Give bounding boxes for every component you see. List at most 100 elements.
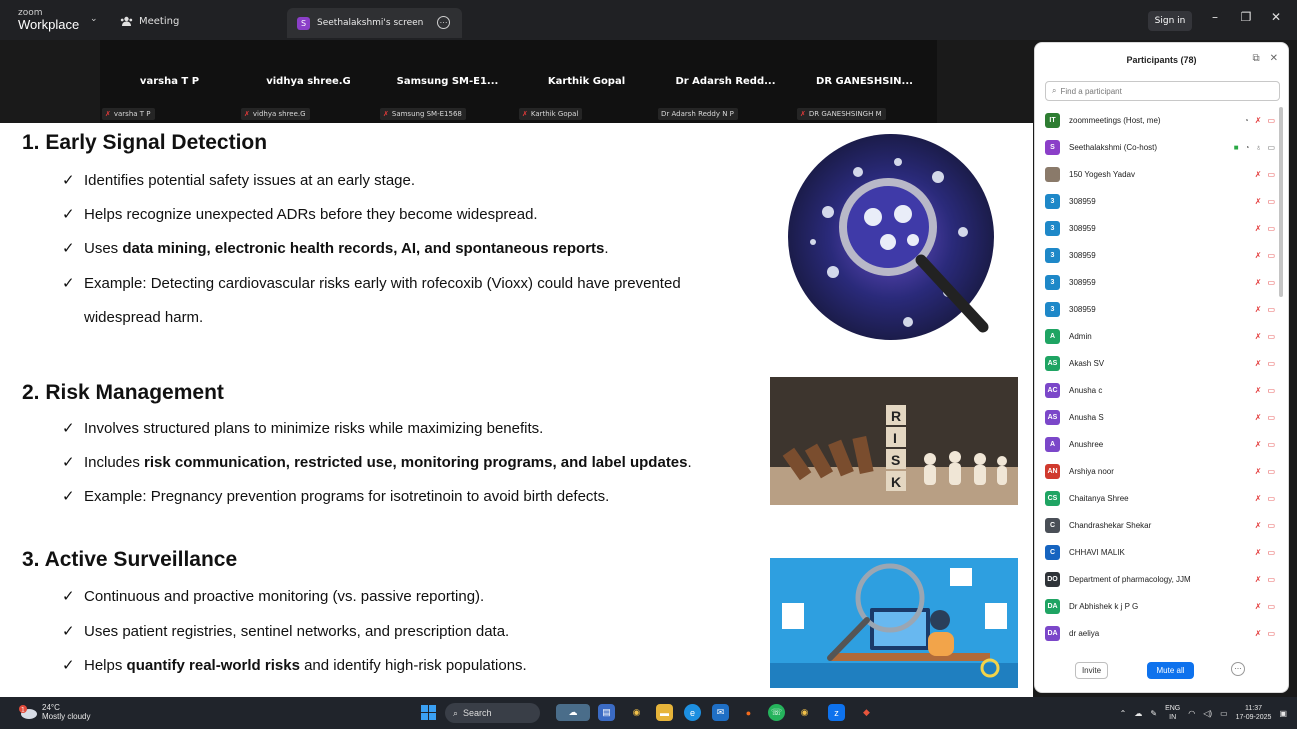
check-icon: ✓ (62, 488, 75, 505)
mic-muted-icon: ✗ (383, 110, 389, 118)
participant-status: ■ ◔ ♁ ▭ (1234, 143, 1275, 152)
avatar: 3 (1045, 248, 1060, 263)
video-tile[interactable]: vidhya shree.G ✗ vidhya shree.G (239, 40, 378, 123)
video-tile[interactable]: Samsung SM-E1... ✗ Samsung SM-E1568 (378, 40, 517, 123)
minimize-icon[interactable]: – (1206, 10, 1224, 24)
chevron-up-icon[interactable]: ⌃ (1120, 709, 1127, 718)
participant-list-scrollbar[interactable] (1279, 107, 1283, 297)
restore-icon[interactable]: ❐ (1237, 10, 1255, 24)
participant-row[interactable]: AS Akash SV ✗ ▭ (1045, 350, 1275, 377)
chrome-profile-icon[interactable]: ◉ (796, 704, 813, 721)
participant-row[interactable]: 3 308959 ✗ ▭ (1045, 188, 1275, 215)
edge-icon[interactable]: e (684, 704, 701, 721)
participant-name: Anusha S (1069, 413, 1104, 422)
invite-button[interactable]: Invite (1075, 662, 1108, 679)
screen-share-icon: ■ (1233, 143, 1239, 152)
task-view-icon[interactable]: ▤ (598, 704, 615, 721)
mic-muted-icon: ✗ (1254, 521, 1262, 530)
video-off-icon: ▭ (1267, 332, 1275, 341)
bullet-item: ✓ Involves structured plans to minimize r… (62, 420, 544, 437)
participant-row[interactable]: AS Anusha S ✗ ▭ (1045, 404, 1275, 431)
tab-screen-badge: S (297, 16, 310, 30)
outlook-icon[interactable]: ✉ (712, 704, 729, 721)
pen-icon[interactable]: ✎ (1150, 709, 1157, 718)
close-icon[interactable]: ✕ (1267, 10, 1285, 24)
participant-row[interactable]: 3 308959 ✗ ▭ (1045, 269, 1275, 296)
avatar: DA (1045, 626, 1060, 641)
participant-row[interactable]: CS Chaitanya Shree ✗ ▭ (1045, 485, 1275, 512)
participant-row[interactable]: 150 Yogesh Yadav ✗ ▭ (1045, 161, 1275, 188)
participant-row[interactable]: A Anushree ✗ ▭ (1045, 431, 1275, 458)
whatsapp-icon[interactable]: ☏ (768, 704, 785, 721)
weather-desc: Mostly cloudy (42, 712, 91, 721)
volume-icon[interactable]: ◁) (1203, 709, 1212, 718)
weather-widget[interactable]: 1 24°C Mostly cloudy (18, 703, 90, 721)
file-explorer-icon[interactable]: ▬ (656, 704, 673, 721)
video-off-icon: ▭ (1267, 440, 1275, 449)
clock-date: 17-09-2025 (1235, 714, 1272, 721)
zoom-workplace-logo[interactable]: zoom Workplace (18, 8, 79, 31)
search-placeholder: Find a participant (1060, 86, 1122, 96)
mic-muted-icon: ✗ (1254, 548, 1262, 557)
participant-status: ◔ ✗ ▭ (1244, 116, 1275, 125)
chevron-down-icon[interactable]: ⌄ (90, 14, 98, 24)
video-tile[interactable]: Dr Adarsh Redd... Dr Adarsh Reddy N P (656, 40, 795, 123)
tile-label-text: DR GANESHSINGH M (808, 110, 882, 118)
wifi-icon[interactable]: ◠ (1188, 709, 1195, 718)
participant-row[interactable]: 3 308959 ✗ ▭ (1045, 215, 1275, 242)
participant-status: ✗ ▭ (1255, 332, 1275, 341)
participant-row[interactable]: DA Dr Abhishek k j P G ✗ ▭ (1045, 593, 1275, 620)
clock[interactable]: 11:37 17-09-2025 (1236, 704, 1272, 722)
more-icon[interactable]: ⋯ (437, 16, 450, 29)
check-icon: ✓ (62, 206, 75, 223)
participant-row[interactable]: C CHHAVI MALIK ✗ ▭ (1045, 539, 1275, 566)
notification-icon[interactable]: ▣ (1279, 709, 1287, 718)
participant-name: Department of pharmacology, JJM (1069, 575, 1191, 584)
participant-row[interactable]: A Admin ✗ ▭ (1045, 323, 1275, 350)
sign-in-button[interactable]: Sign in (1148, 11, 1192, 31)
participant-row[interactable]: 3 308959 ✗ ▭ (1045, 242, 1275, 269)
mic-muted-icon: ✗ (522, 110, 528, 118)
close-panel-icon[interactable]: ✕ (1270, 53, 1278, 64)
widget-app-icon[interactable]: ☁ (556, 704, 590, 721)
participant-row[interactable]: IT zoommeetings (Host, me) ◔ ✗ ▭ (1045, 107, 1275, 134)
video-off-icon: ▭ (1267, 116, 1275, 125)
participant-status: ✗ ▭ (1255, 278, 1275, 287)
video-off-icon: ▭ (1267, 629, 1275, 638)
language-indicator[interactable]: ENG IN (1165, 704, 1180, 722)
pop-out-icon[interactable]: ⧉ (1252, 53, 1259, 64)
tab-shared-screen[interactable]: S Seethalakshmi's screen ⋯ (287, 8, 462, 38)
participant-row[interactable]: DA dr aeliya ✗ ▭ (1045, 620, 1275, 647)
windows-start-icon[interactable] (421, 705, 436, 720)
participant-name: dr aeliya (1069, 629, 1100, 638)
participant-row[interactable]: AC Anusha c ✗ ▭ (1045, 377, 1275, 404)
tile-label: Dr Adarsh Reddy N P (658, 108, 738, 120)
video-tile[interactable]: DR GANESHSIN... ✗ DR GANESHSINGH M (795, 40, 934, 123)
participant-search-input[interactable]: ⌕ Find a participant (1045, 81, 1280, 101)
search-icon: ⌕ (1052, 86, 1057, 95)
more-options-icon[interactable]: ⋯ (1231, 662, 1245, 676)
share-icon: ◔ (1243, 116, 1249, 125)
tile-name: Karthik Gopal (547, 76, 626, 87)
onedrive-icon[interactable]: ☁ (1134, 709, 1142, 718)
participant-row[interactable]: DO Department of pharmacology, JJM ✗ ▭ (1045, 566, 1275, 593)
participant-row[interactable]: C Chandrashekar Shekar ✗ ▭ (1045, 512, 1275, 539)
weather-text: 24°C Mostly cloudy (42, 703, 90, 721)
video-tile[interactable]: varsha T P ✗ varsha T P (100, 40, 239, 123)
tab-meeting[interactable]: Meeting (120, 12, 179, 30)
participant-name: Arshiya noor (1069, 467, 1114, 476)
taskbar-search[interactable]: ⌕ Search (445, 703, 540, 723)
participant-row[interactable]: 3 308959 ✗ ▭ (1045, 296, 1275, 323)
battery-icon[interactable]: ▭ (1220, 709, 1228, 718)
video-tile[interactable]: Karthik Gopal ✗ Karthik Gopal (517, 40, 656, 123)
participant-row[interactable]: S Seethalakshmi (Co-host) ■ ◔ ♁ ▭ (1045, 134, 1275, 161)
bullet-item: ✓ Helps recognize unexpected ADRs before … (62, 206, 538, 223)
video-off-icon: ▭ (1267, 467, 1275, 476)
firefox-icon[interactable]: ● (740, 704, 757, 721)
mic-muted-icon: ✗ (1254, 251, 1262, 260)
mute-all-button[interactable]: Mute all (1147, 662, 1194, 679)
participant-row[interactable]: AN Arshiya noor ✗ ▭ (1045, 458, 1275, 485)
chrome-icon[interactable]: ◉ (628, 704, 645, 721)
zoom-app-icon[interactable]: z (828, 704, 845, 721)
app-icon[interactable]: ◆ (858, 704, 875, 721)
